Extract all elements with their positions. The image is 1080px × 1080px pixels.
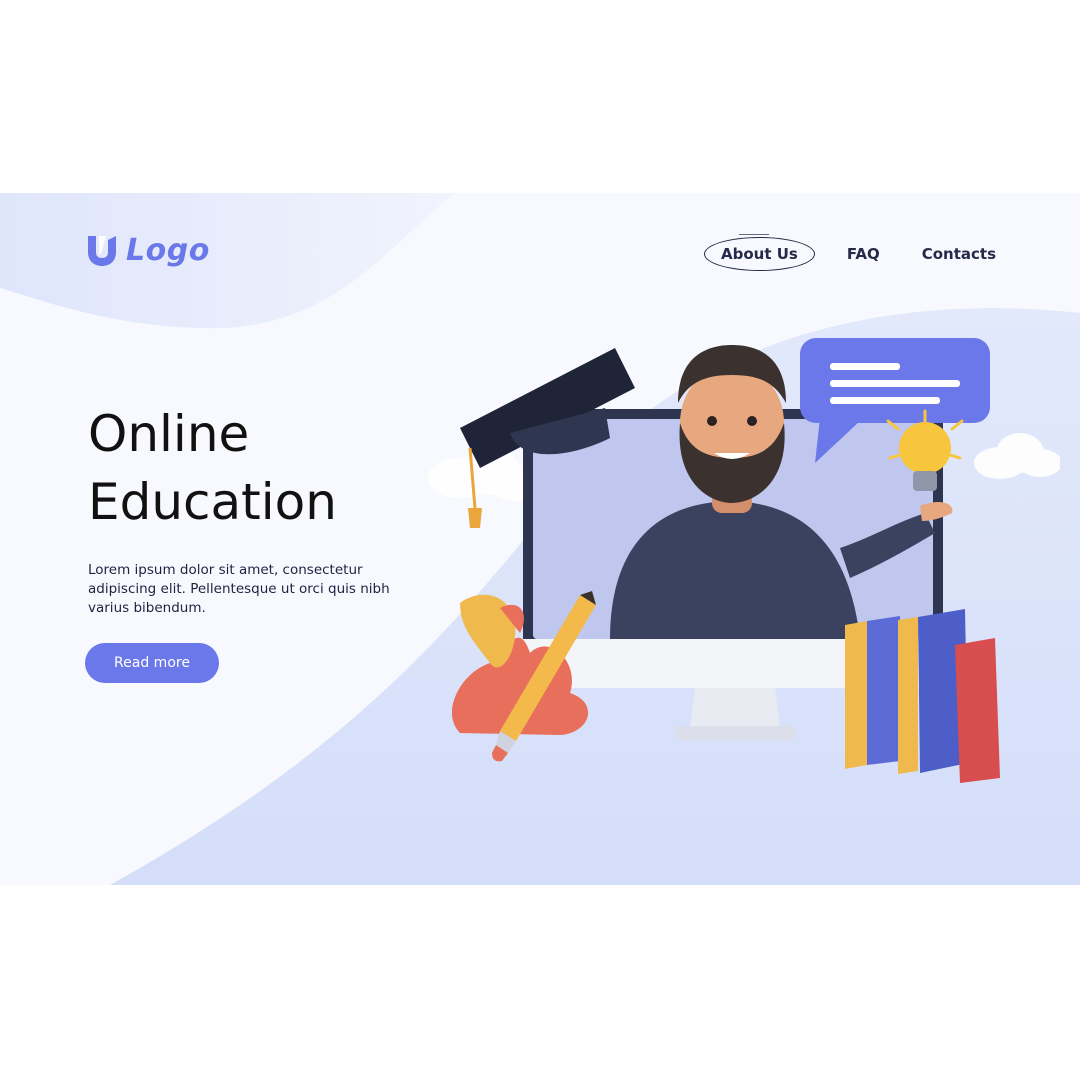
nav-contacts[interactable]: Contacts (912, 238, 1006, 270)
nav-about-us[interactable]: About Us (703, 234, 815, 271)
hero-title-line1: Online (88, 405, 250, 463)
logo-text: Logo (126, 232, 210, 268)
landing-page: Logo About Us FAQ Contacts Online Educat… (0, 193, 1080, 885)
hero-title: Online Education (88, 400, 337, 536)
books-icon (845, 609, 1000, 783)
read-more-button[interactable]: Read more (85, 643, 219, 683)
hero-title-line2: Education (88, 473, 337, 531)
cloud-icon (974, 433, 1060, 479)
u-shape-logo-icon (88, 236, 116, 266)
top-nav: About Us FAQ Contacts (703, 234, 1006, 271)
hero-description: Lorem ipsum dolor sit amet, consectetur … (88, 562, 390, 616)
nav-faq[interactable]: FAQ (837, 238, 890, 270)
teacher-on-monitor-illustration (428, 338, 1060, 783)
logo[interactable]: Logo (84, 229, 210, 271)
